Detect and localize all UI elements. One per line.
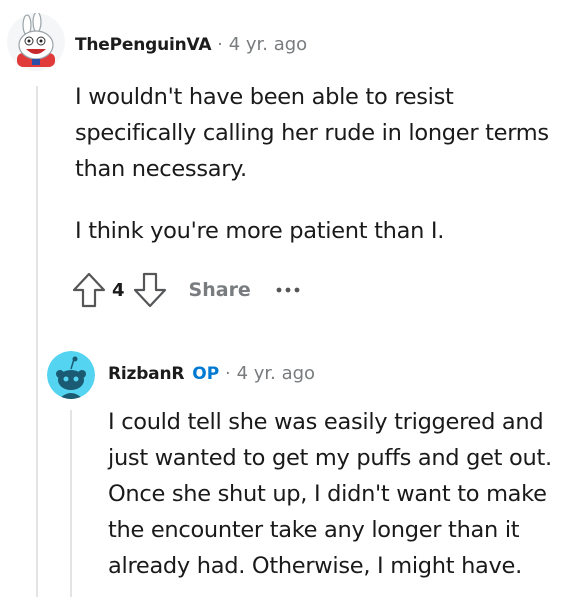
reply-timestamp[interactable]: 4 yr. ago: [237, 363, 316, 384]
rabbid-avatar-icon: [7, 13, 65, 71]
upvote-arrow-icon: [72, 272, 106, 308]
op-badge: OP: [192, 363, 220, 384]
reply-header: RizbanR OP · 4 yr. ago: [108, 363, 315, 384]
comment-avatar[interactable]: [7, 13, 65, 71]
downvote-arrow-icon: [133, 272, 166, 308]
vote-score: 4: [112, 279, 125, 301]
thread-line-main[interactable]: [36, 86, 38, 597]
comment-actions: 4 Share: [72, 272, 301, 308]
comment-author[interactable]: ThePenguinVA: [75, 35, 211, 55]
more-options-button[interactable]: [275, 286, 301, 294]
reply-body: I could tell she was easily triggered an…: [108, 404, 570, 584]
comment-timestamp[interactable]: 4 yr. ago: [229, 34, 308, 55]
thread-line-reply[interactable]: [70, 410, 72, 597]
more-options-icon: [276, 287, 300, 293]
comment-paragraph: I think you're more patient than I.: [75, 218, 445, 244]
share-button[interactable]: Share: [189, 279, 251, 301]
upvote-button[interactable]: [72, 272, 106, 308]
comment-paragraph: I wouldn't have been able to resist spec…: [75, 84, 549, 182]
snoo-avatar-icon: [47, 351, 95, 399]
reply-paragraph: I could tell she was easily triggered an…: [108, 409, 552, 579]
reply-avatar[interactable]: [47, 351, 95, 399]
comment-body: I wouldn't have been able to resist spec…: [75, 79, 575, 249]
comment-header: ThePenguinVA · 4 yr. ago: [75, 34, 307, 55]
downvote-button[interactable]: [133, 272, 167, 308]
meta-separator: ·: [225, 363, 231, 384]
reply-author[interactable]: RizbanR: [108, 364, 184, 384]
meta-separator: ·: [217, 34, 223, 55]
